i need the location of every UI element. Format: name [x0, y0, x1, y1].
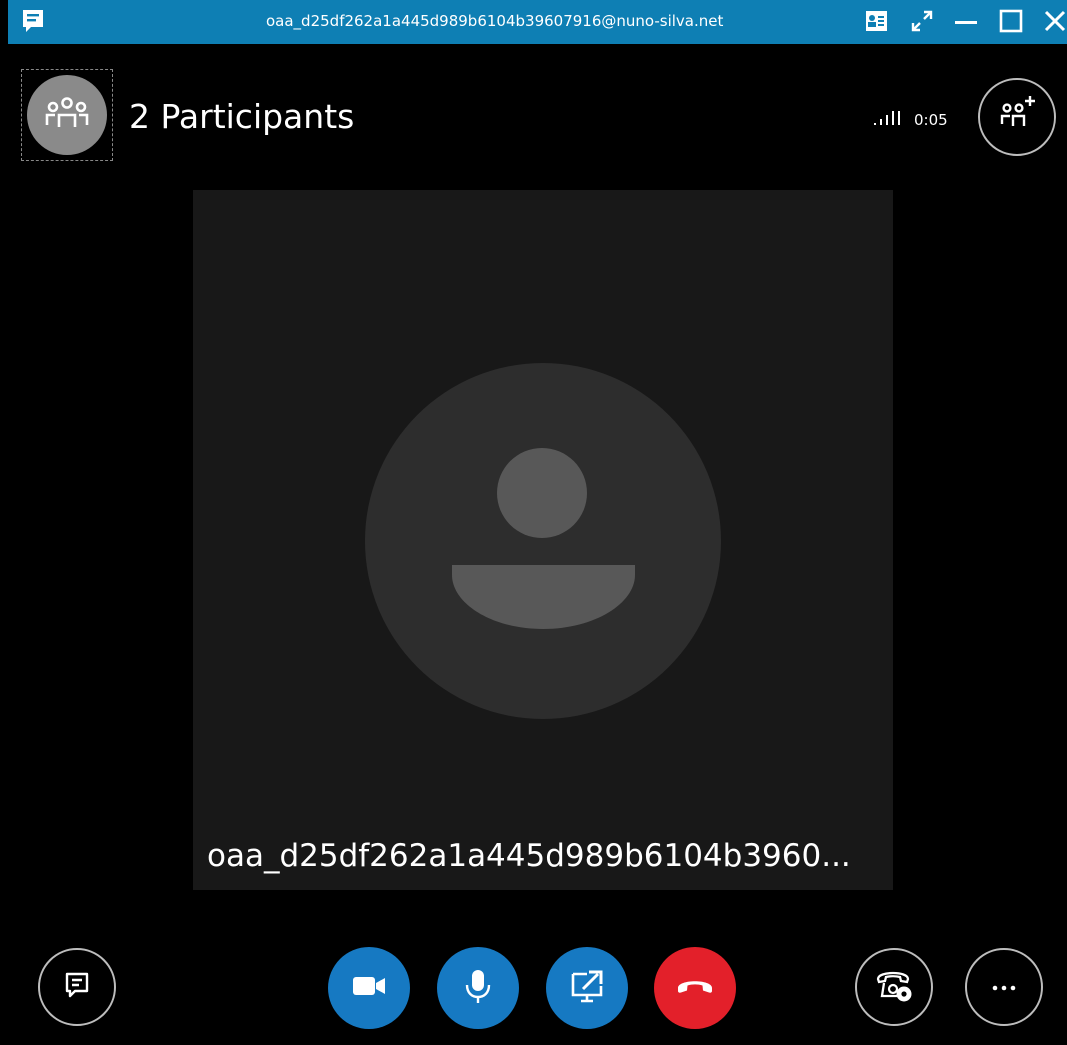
- group-icon: [27, 75, 107, 155]
- contacts-icon[interactable]: [864, 8, 890, 34]
- add-people-button[interactable]: [978, 78, 1056, 156]
- participants-label[interactable]: 2 Participants: [129, 97, 354, 136]
- group-avatar[interactable]: [21, 69, 113, 161]
- window-title: oaa_d25df262a1a445d989b6104b39607916@nun…: [266, 12, 724, 30]
- chat-button[interactable]: [38, 948, 116, 1026]
- participant-avatar-icon: [365, 363, 721, 719]
- share-screen-icon: [567, 966, 607, 1010]
- signal-strength-icon: [874, 110, 904, 130]
- video-camera-icon: [349, 966, 389, 1010]
- expand-icon[interactable]: [909, 8, 935, 34]
- window-titlebar: oaa_d25df262a1a445d989b6104b39607916@nun…: [8, 0, 1067, 44]
- close-icon[interactable]: [1042, 8, 1067, 34]
- more-options-button[interactable]: [965, 948, 1043, 1026]
- maximize-icon[interactable]: [998, 8, 1024, 34]
- hang-up-icon: [673, 964, 717, 1012]
- hang-up-button[interactable]: [654, 947, 736, 1029]
- participant-video-tile[interactable]: oaa_d25df262a1a445d989b6104b3960...: [193, 190, 893, 890]
- add-people-icon: [994, 92, 1040, 142]
- video-button[interactable]: [328, 947, 410, 1029]
- call-controls-icon: [869, 960, 919, 1014]
- call-timer: 0:05: [914, 111, 948, 129]
- more-options-icon: [989, 978, 1019, 997]
- chat-icon: [22, 9, 44, 33]
- share-screen-button[interactable]: [546, 947, 628, 1029]
- call-controls-button[interactable]: [855, 948, 933, 1026]
- microphone-button[interactable]: [437, 947, 519, 1029]
- chat-icon: [60, 968, 94, 1006]
- minimize-icon[interactable]: [953, 8, 979, 34]
- participant-name: oaa_d25df262a1a445d989b6104b3960...: [207, 838, 851, 874]
- microphone-icon: [458, 966, 498, 1010]
